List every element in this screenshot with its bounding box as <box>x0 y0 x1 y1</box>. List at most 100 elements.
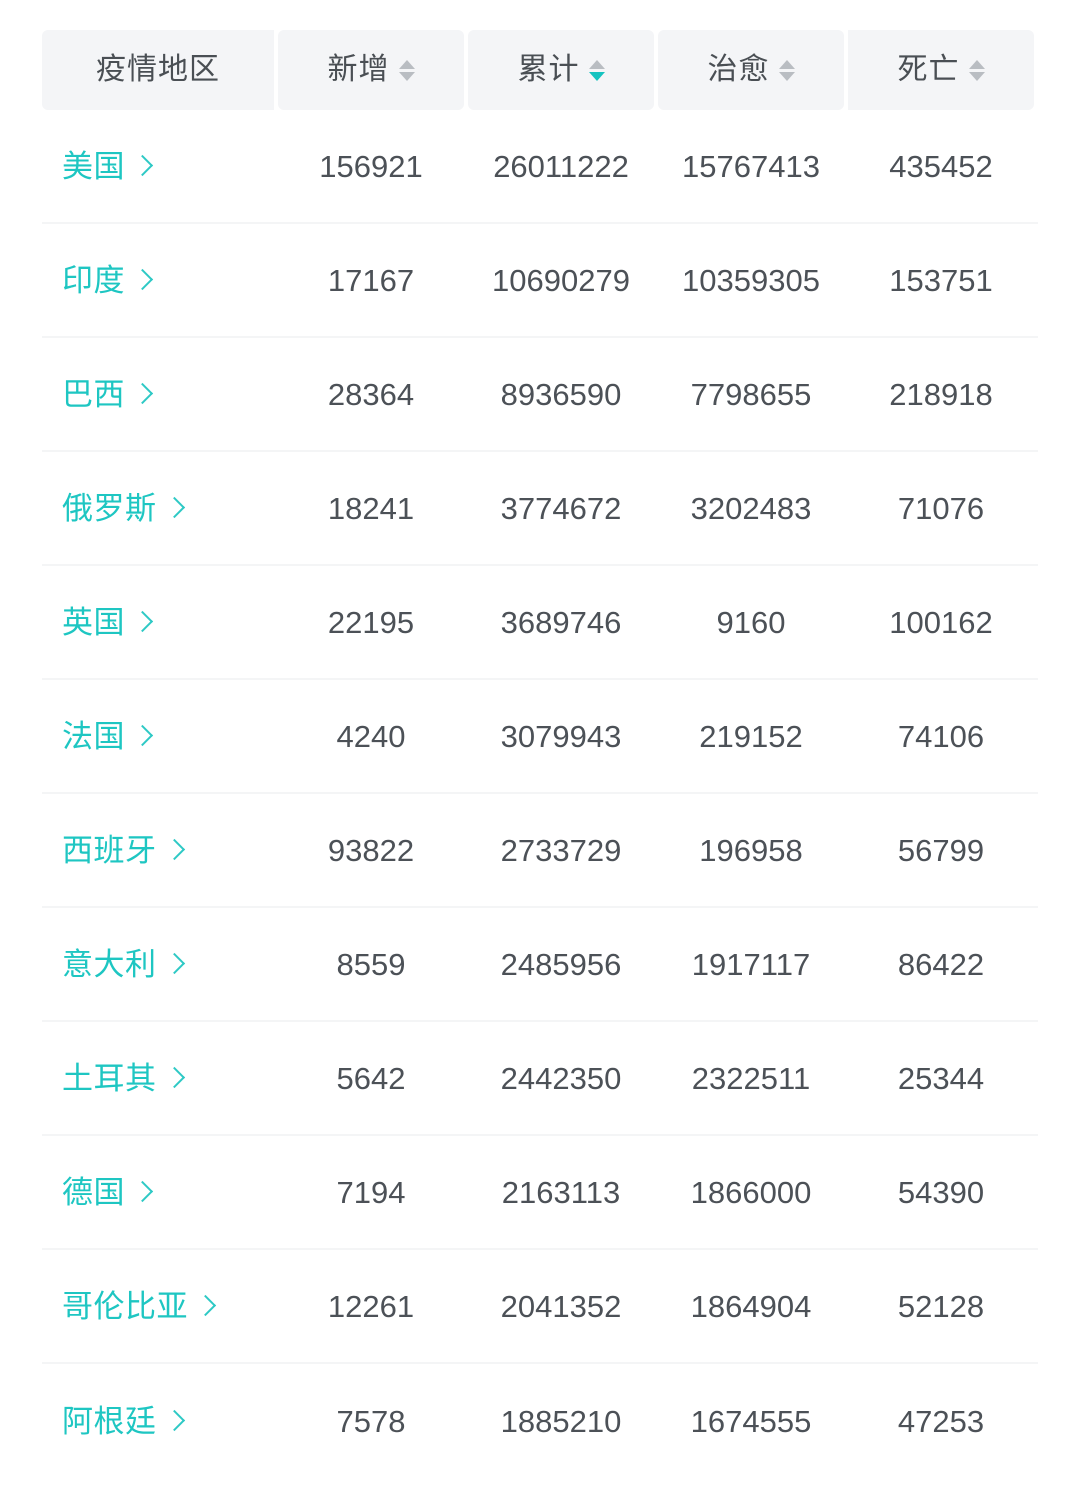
region-name-label: 意大利 <box>62 946 157 982</box>
chevron-right-icon <box>131 154 154 177</box>
value-confirmed: 26011222 <box>493 148 629 184</box>
cell-confirmed: 2163113 <box>468 1136 654 1248</box>
region-name-label: 阿根廷 <box>62 1403 157 1439</box>
region-link[interactable]: 土耳其 <box>62 1063 185 1094</box>
region-name-label: 英国 <box>62 604 125 640</box>
cell-cured: 1864904 <box>658 1250 844 1362</box>
cell-cured: 1917117 <box>658 908 844 1020</box>
value-confirmed: 8936590 <box>500 376 622 412</box>
table-row[interactable]: 英国 22195 3689746 9160 100162 <box>42 566 1038 680</box>
region-link[interactable]: 德国 <box>62 1177 154 1208</box>
column-header-new-label: 新增 <box>327 53 390 86</box>
cell-confirmed: 10690279 <box>468 224 654 336</box>
column-header-cured[interactable]: 治愈 <box>658 30 844 110</box>
region-link[interactable]: 印度 <box>62 262 154 298</box>
column-header-new[interactable]: 新增 <box>278 30 464 110</box>
value-confirmed: 3079943 <box>500 718 622 754</box>
table-row[interactable]: 美国 156921 26011222 15767413 435452 <box>42 110 1038 224</box>
value-deaths: 25344 <box>897 1060 985 1096</box>
chevron-right-icon <box>163 838 185 861</box>
value-confirmed: 2442350 <box>500 1060 622 1096</box>
region-link[interactable]: 俄罗斯 <box>62 493 185 524</box>
value-new: 7194 <box>336 1174 406 1210</box>
cell-region: 美国 <box>42 110 274 222</box>
cell-deaths: 86422 <box>848 908 1034 1020</box>
epidemic-data-table: 疫情地区 新增 累计 治愈 死亡 美国 156921 26011222 1576… <box>42 30 1038 1478</box>
value-confirmed: 2733729 <box>500 832 622 868</box>
table-row[interactable]: 俄罗斯 18241 3774672 3202483 71076 <box>42 452 1038 566</box>
value-new: 156921 <box>319 148 423 184</box>
value-confirmed: 2485956 <box>500 946 622 982</box>
table-body: 美国 156921 26011222 15767413 435452 印度 17167 106… <box>42 110 1038 1478</box>
cell-confirmed: 2733729 <box>468 794 654 906</box>
region-link[interactable]: 英国 <box>62 604 154 640</box>
value-new: 18241 <box>327 490 415 526</box>
value-cured: 196958 <box>699 832 803 868</box>
region-link[interactable]: 阿根廷 <box>62 1403 185 1439</box>
region-link[interactable]: 法国 <box>62 718 154 754</box>
cell-region: 俄罗斯 <box>42 452 274 564</box>
cell-new: 12261 <box>278 1250 464 1362</box>
cell-cured: 2322511 <box>658 1022 844 1134</box>
region-link[interactable]: 美国 <box>62 151 154 182</box>
value-deaths: 71076 <box>897 490 985 526</box>
cell-region: 西班牙 <box>42 794 274 906</box>
value-cured: 7798655 <box>690 376 812 412</box>
cell-confirmed: 3689746 <box>468 566 654 678</box>
value-deaths: 47253 <box>897 1403 985 1439</box>
chevron-right-icon <box>194 1294 217 1317</box>
cell-cured: 196958 <box>658 794 844 906</box>
sort-arrows-icon-confirmed[interactable] <box>588 55 605 85</box>
table-row[interactable]: 法国 4240 3079943 219152 74106 <box>42 680 1038 794</box>
cell-confirmed: 8936590 <box>468 338 654 450</box>
table-row[interactable]: 意大利 8559 2485956 1917117 86422 <box>42 908 1038 1022</box>
table-row[interactable]: 哥伦比亚 12261 2041352 1864904 52128 <box>42 1250 1038 1364</box>
chevron-right-icon <box>163 1066 185 1089</box>
cell-new: 156921 <box>278 110 464 222</box>
cell-deaths: 100162 <box>848 566 1034 678</box>
chevron-right-icon <box>131 1180 154 1203</box>
table-row[interactable]: 巴西 28364 8936590 7798655 218918 <box>42 338 1038 452</box>
cell-new: 18241 <box>278 452 464 564</box>
cell-confirmed: 2485956 <box>468 908 654 1020</box>
cell-confirmed: 1885210 <box>468 1364 654 1478</box>
table-row[interactable]: 西班牙 93822 2733729 196958 56799 <box>42 794 1038 908</box>
value-new: 22195 <box>327 604 415 640</box>
value-deaths: 218918 <box>889 376 993 412</box>
region-link[interactable]: 哥伦比亚 <box>62 1291 217 1322</box>
value-cured: 1674555 <box>690 1403 812 1439</box>
table-row[interactable]: 印度 17167 10690279 10359305 153751 <box>42 224 1038 338</box>
cell-new: 5642 <box>278 1022 464 1134</box>
cell-cured: 1866000 <box>658 1136 844 1248</box>
region-name-label: 印度 <box>62 262 125 298</box>
sort-arrows-icon-new[interactable] <box>398 55 415 85</box>
column-header-deaths[interactable]: 死亡 <box>848 30 1034 110</box>
table-row[interactable]: 德国 7194 2163113 1866000 54390 <box>42 1136 1038 1250</box>
table-row[interactable]: 土耳其 5642 2442350 2322511 25344 <box>42 1022 1038 1136</box>
table-row[interactable]: 阿根廷 7578 1885210 1674555 47253 <box>42 1364 1038 1478</box>
cell-deaths: 153751 <box>848 224 1034 336</box>
cell-cured: 7798655 <box>658 338 844 450</box>
cell-confirmed: 3774672 <box>468 452 654 564</box>
value-cured: 10359305 <box>682 262 820 298</box>
value-cured: 3202483 <box>690 490 812 526</box>
sort-arrows-icon-deaths[interactable] <box>968 55 985 85</box>
region-name-label: 法国 <box>62 718 125 754</box>
cell-region: 土耳其 <box>42 1022 274 1134</box>
column-header-confirmed[interactable]: 累计 <box>468 30 654 110</box>
region-link[interactable]: 西班牙 <box>62 835 185 866</box>
value-cured: 2322511 <box>691 1060 811 1096</box>
value-new: 7578 <box>336 1403 406 1439</box>
value-cured: 1917117 <box>691 946 811 982</box>
region-link[interactable]: 巴西 <box>62 379 154 410</box>
cell-cured: 1674555 <box>658 1364 844 1478</box>
cell-region: 印度 <box>42 224 274 336</box>
cell-cured: 9160 <box>658 566 844 678</box>
cell-region: 意大利 <box>42 908 274 1020</box>
cell-region: 法国 <box>42 680 274 792</box>
table-header-row: 疫情地区 新增 累计 治愈 死亡 <box>42 30 1038 110</box>
cell-region: 英国 <box>42 566 274 678</box>
value-cured: 15767413 <box>682 148 820 184</box>
region-link[interactable]: 意大利 <box>62 946 185 982</box>
sort-arrows-icon-cured[interactable] <box>778 55 795 85</box>
